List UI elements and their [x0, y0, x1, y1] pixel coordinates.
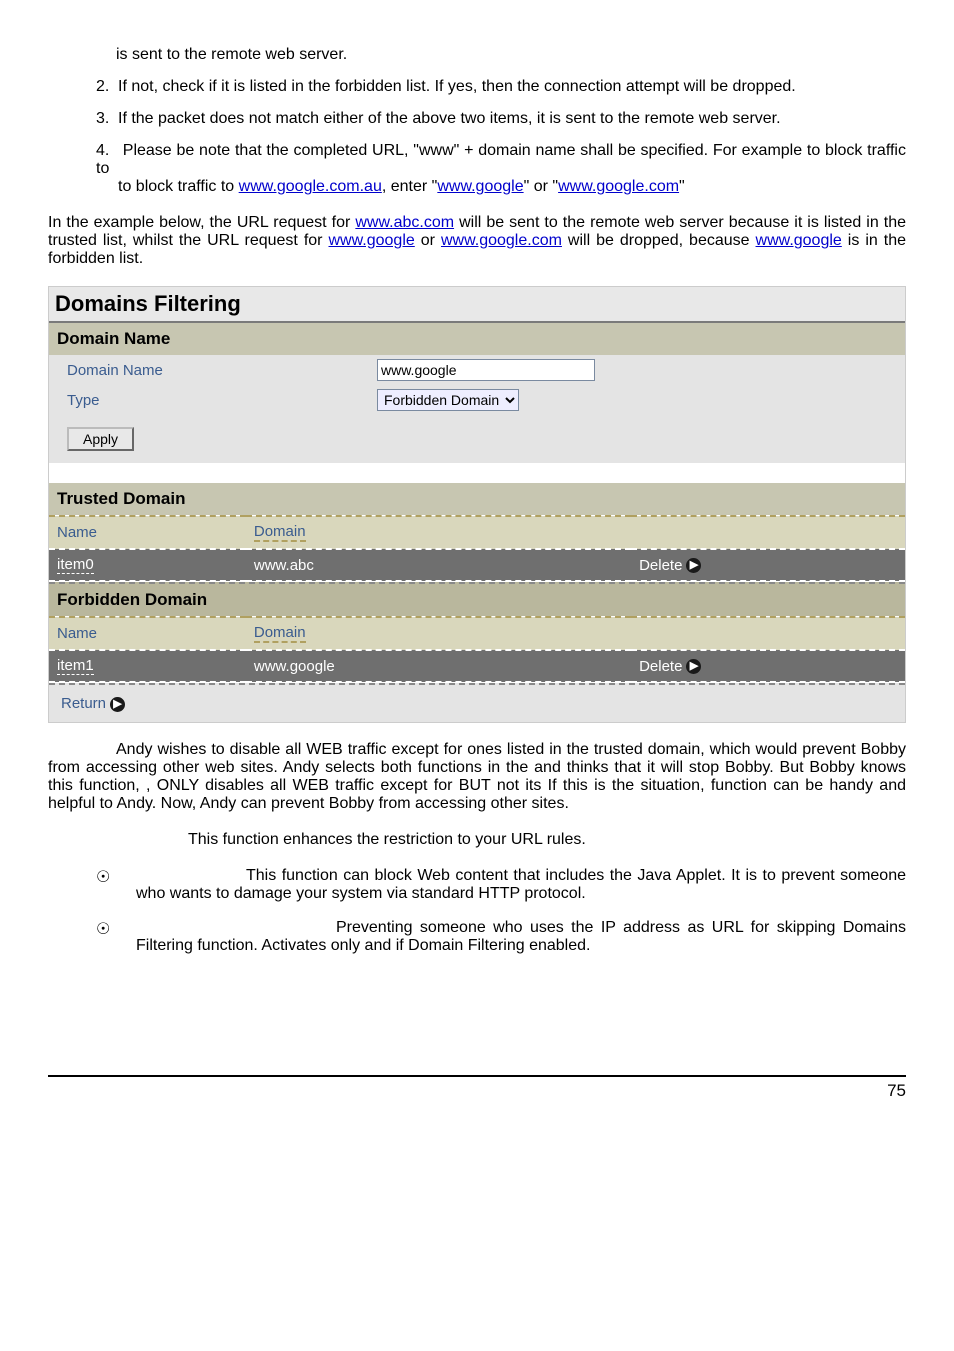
bullet-icon: ☉ [96, 919, 136, 955]
page-footer: 75 [48, 1075, 906, 1101]
forbidden-item-domain: www.google [246, 650, 631, 682]
intro-continuation: is sent to the remote web server. [116, 46, 906, 64]
domain-name-row: Domain Name [49, 355, 905, 385]
list-item-3: If the packet does not match either of t… [118, 110, 781, 127]
arrow-icon: ▶ [686, 558, 701, 573]
link-google-au[interactable]: www.google.com.au [239, 178, 382, 195]
delete-label: Delete [639, 557, 682, 574]
text: " or " [524, 178, 558, 195]
domain-name-input[interactable] [377, 359, 595, 381]
text: If this is the situation, [548, 777, 711, 794]
link-google[interactable]: www.google [437, 178, 523, 195]
bullet-item: ☉ Preventing someone who uses the IP add… [96, 919, 906, 955]
forbidden-item-name[interactable]: item1 [57, 657, 94, 675]
table-row: item1 www.google Delete ▶ [49, 650, 905, 682]
trusted-domain-header: Trusted Domain [49, 483, 905, 515]
col-domain: Domain [246, 516, 631, 549]
list-item-2: If not, check if it is listed in the for… [118, 78, 796, 95]
col-name: Name [49, 617, 246, 650]
domain-name-section-header: Domain Name [49, 323, 905, 355]
text: " [679, 178, 685, 195]
type-label: Type [67, 392, 377, 409]
trusted-domain-table: Name Domain item0 www.abc Delete ▶ [49, 515, 905, 582]
text: In the example below, the URL request fo… [48, 214, 355, 231]
apply-button[interactable]: Apply [67, 427, 134, 451]
list-number: 3. [96, 110, 118, 128]
enhance-line: This function enhances the restriction t… [188, 831, 906, 849]
text: to block traffic to [118, 178, 239, 195]
bullet-text-1: This function can block Web content that… [136, 867, 906, 903]
col-domain: Domain [246, 617, 631, 650]
type-row: Type Forbidden Domain [49, 385, 905, 415]
link-google-com-2[interactable]: www.google.com [441, 232, 562, 249]
delete-button[interactable]: Delete ▶ [639, 557, 701, 574]
return-label: Return [61, 695, 106, 712]
return-button[interactable]: Return ▶ [49, 683, 905, 722]
col-name: Name [49, 516, 246, 549]
link-abc[interactable]: www.abc.com [355, 214, 454, 231]
domains-filtering-panel: Domains Filtering Domain Name Domain Nam… [48, 286, 906, 723]
table-row: item0 www.abc Delete ▶ [49, 549, 905, 581]
link-google-com[interactable]: www.google.com [558, 178, 679, 195]
delete-label: Delete [639, 658, 682, 675]
link-google-2[interactable]: www.google [329, 232, 415, 249]
panel-title: Domains Filtering [49, 287, 905, 323]
arrow-icon: ▶ [110, 697, 125, 712]
type-select[interactable]: Forbidden Domain [377, 389, 519, 411]
forbidden-domain-table: Name Domain item1 www.google Delete ▶ [49, 616, 905, 683]
andy-paragraph: Andy wishes to disable all WEB traffic e… [48, 741, 906, 813]
example-paragraph: In the example below, the URL request fo… [48, 214, 906, 268]
list-item-4: Please be note that the completed URL, "… [96, 142, 906, 196]
list-number: 4. [96, 142, 118, 160]
bullet-icon: ☉ [96, 867, 136, 903]
text: BUT not its [459, 777, 548, 794]
list-number: 2. [96, 78, 118, 96]
page-number: 75 [887, 1081, 906, 1100]
bullet-item: ☉ This function can block Web content th… [96, 867, 906, 903]
domain-name-label: Domain Name [67, 362, 377, 379]
text: , ONLY disables all WEB traffic except f… [146, 777, 459, 794]
delete-button[interactable]: Delete ▶ [639, 658, 701, 675]
text: , enter " [382, 178, 437, 195]
text: Please be note that the completed URL, "… [96, 142, 906, 177]
trusted-item-domain: www.abc [246, 549, 631, 581]
link-google-3[interactable]: www.google [756, 232, 842, 249]
ordered-list: 2.If not, check if it is listed in the f… [96, 78, 906, 196]
arrow-icon: ▶ [686, 659, 701, 674]
forbidden-domain-header: Forbidden Domain [49, 582, 905, 616]
bullet-text-2: Preventing someone who uses the IP addre… [136, 919, 906, 955]
text: will be dropped, because [562, 232, 756, 249]
text: or [415, 232, 441, 249]
trusted-item-name[interactable]: item0 [57, 556, 94, 574]
